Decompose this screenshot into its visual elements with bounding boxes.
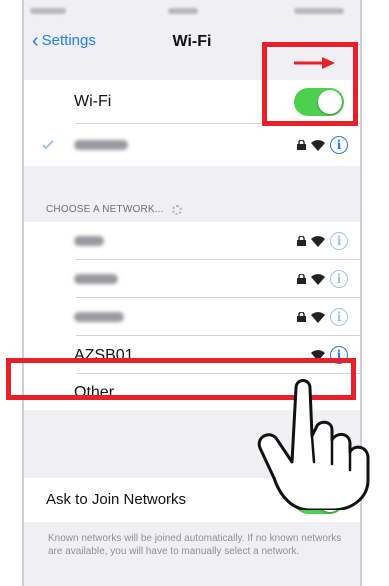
- lock-icon: [297, 274, 306, 284]
- lock-icon: [297, 236, 306, 246]
- network-row[interactable]: i: [24, 222, 360, 260]
- lock-icon: [297, 312, 306, 322]
- network-icons: i: [297, 232, 348, 250]
- network-icons: i: [297, 136, 348, 154]
- connected-network-row[interactable]: i: [24, 124, 360, 166]
- info-icon[interactable]: i: [330, 232, 348, 250]
- network-icons: i: [297, 308, 348, 326]
- wifi-icon: [311, 273, 325, 285]
- section-header-label: CHOOSE A NETWORK...: [46, 204, 164, 215]
- right-arrow-icon: [294, 57, 335, 69]
- network-name: [74, 274, 118, 284]
- footer-note: Known networks will be joined automatica…: [48, 533, 342, 557]
- pointing-hand-icon: [257, 379, 370, 510]
- info-icon[interactable]: i: [330, 308, 348, 326]
- network-row[interactable]: i: [24, 298, 360, 336]
- wifi-label: Wi-Fi: [74, 93, 112, 110]
- network-name: [74, 236, 104, 246]
- wifi-icon: [311, 311, 325, 323]
- info-icon[interactable]: i: [330, 136, 348, 154]
- ask-to-join-label: Ask to Join Networks: [46, 491, 187, 508]
- battery-indicator: [294, 8, 344, 14]
- network-icons: i: [297, 270, 348, 288]
- wifi-icon: [311, 235, 325, 247]
- clock: [168, 8, 198, 14]
- spinner-icon: [171, 204, 182, 215]
- lock-icon: [297, 140, 306, 150]
- highlight-box-wifi-toggle: [262, 42, 358, 126]
- checkmark-icon: [42, 140, 54, 150]
- wifi-icon: [311, 139, 325, 151]
- network-row[interactable]: i: [24, 260, 360, 298]
- connected-network-name: [74, 140, 128, 150]
- carrier-indicator: [30, 8, 66, 14]
- network-name: [74, 312, 124, 322]
- section-header: CHOOSE A NETWORK...: [46, 204, 182, 215]
- status-bar: [24, 0, 360, 20]
- info-icon[interactable]: i: [330, 270, 348, 288]
